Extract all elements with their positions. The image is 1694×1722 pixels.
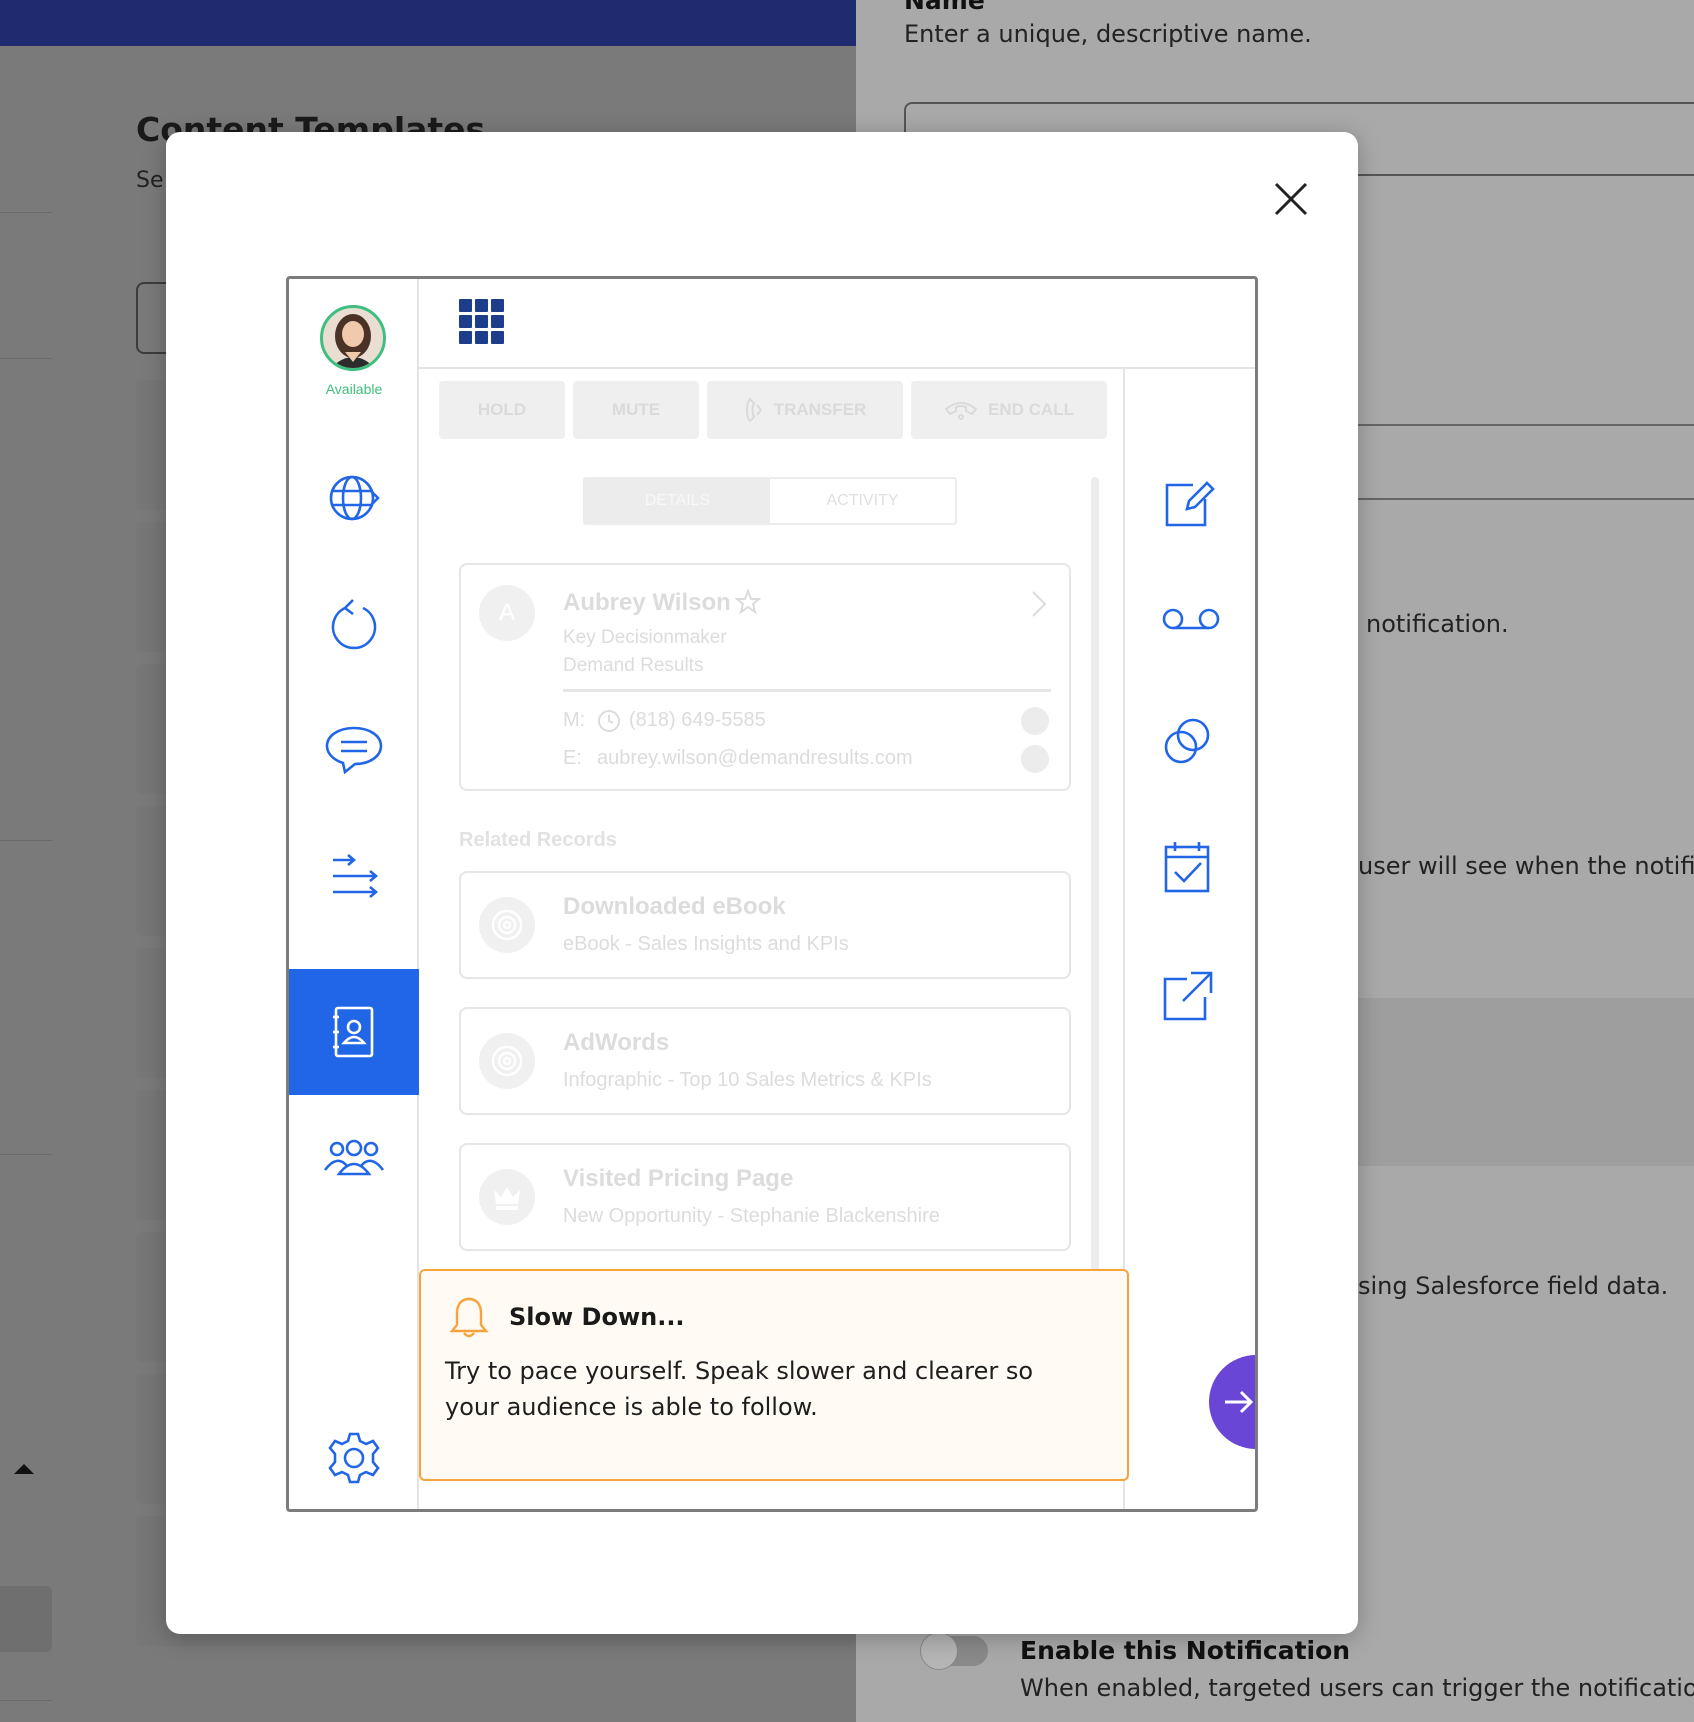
mute-label: MUTE (611, 400, 661, 419)
contact-name: Aubrey Wilson (563, 589, 731, 616)
divider (0, 840, 52, 841)
app-header (419, 279, 1255, 369)
notification-help-text: notification. (1366, 610, 1509, 638)
crown-icon (479, 1169, 535, 1225)
agent-status: Available (325, 381, 383, 397)
transfer-arrows-icon (333, 854, 379, 898)
end-call-label: END CALL (988, 400, 1074, 419)
target-icon (479, 1033, 535, 1089)
tab-details[interactable]: DETAILS (585, 479, 770, 523)
external-link-icon[interactable] (1159, 969, 1219, 1029)
refresh-icon (331, 599, 377, 650)
phone-hangup-icon (944, 402, 978, 420)
rail-item-contacts[interactable] (289, 969, 419, 1095)
detail-tabs: DETAILS ACTIVITY (583, 477, 957, 525)
contact-email: aubrey.wilson@demandresults.com (597, 747, 913, 769)
preview-modal: Available HOLD MUTE TRANSFER END CALL DE… (166, 132, 1358, 1634)
related-record-card[interactable]: Downloaded eBook eBook - Sales Insights … (459, 871, 1071, 979)
enable-notification-title: Enable this Notification (1020, 1636, 1351, 1665)
contact-initial-avatar: A (479, 585, 535, 641)
app-launcher-icon[interactable] (459, 299, 504, 344)
chat-icon (325, 726, 383, 775)
team-icon (323, 1139, 385, 1176)
rail-item-globe[interactable] (289, 435, 419, 561)
enable-notification-description: When enabled, targeted users can trigger… (1020, 1674, 1694, 1702)
alert-title: Slow Down... (509, 1303, 685, 1331)
close-icon[interactable] (1268, 176, 1314, 222)
selected-nav-item[interactable] (0, 1586, 52, 1652)
rail-item-team[interactable] (289, 1095, 419, 1221)
record-subtitle: New Opportunity - Stephanie Blackenshire (563, 1205, 940, 1227)
phone-icon[interactable] (1021, 707, 1049, 735)
record-subtitle: eBook - Sales Insights and KPIs (563, 933, 849, 955)
name-label: Name (904, 0, 985, 15)
pace-alert-notification: Slow Down... Try to pace yourself. Speak… (419, 1269, 1129, 1481)
arrow-right-icon (1225, 1390, 1254, 1414)
rail-item-refresh[interactable] (289, 561, 419, 687)
salesforce-help-text: sing Salesforce field data. (1358, 1272, 1669, 1300)
field-underline (1356, 498, 1694, 500)
target-icon (479, 897, 535, 953)
related-record-card[interactable]: AdWords Infographic - Top 10 Sales Metri… (459, 1007, 1071, 1115)
star-icon[interactable] (735, 589, 761, 615)
contact-role: Key Decisionmaker (563, 627, 727, 648)
contact-card-icon (333, 1006, 374, 1058)
left-navigation-rail: Available (289, 279, 419, 1509)
record-subtitle: Infographic - Top 10 Sales Metrics & KPI… (563, 1069, 932, 1091)
email-icon[interactable] (1021, 745, 1049, 773)
avatar[interactable] (320, 305, 386, 371)
message-help-text: user will see when the notifi (1358, 852, 1694, 880)
related-record-card[interactable]: Visited Pricing Page New Opportunity - S… (459, 1143, 1071, 1251)
calendar-check-icon[interactable] (1159, 839, 1219, 899)
bell-icon (449, 1297, 489, 1338)
right-tool-rail (1123, 369, 1255, 1509)
page-subtitle: Se (136, 168, 164, 193)
record-title: Downloaded eBook (563, 893, 786, 920)
alert-message: Try to pace yourself. Speak slower and c… (445, 1357, 1034, 1421)
mobile-label: M: (563, 709, 586, 731)
record-title: AdWords (563, 1029, 670, 1056)
linked-circles-icon[interactable] (1159, 713, 1219, 773)
field-underline (1356, 424, 1694, 426)
divider (563, 689, 1051, 692)
transfer-label: TRANSFER (773, 400, 867, 419)
contact-company: Demand Results (563, 655, 704, 676)
email-label: E: (563, 747, 582, 769)
related-records-heading: Related Records (459, 829, 617, 851)
message-field[interactable] (1356, 998, 1694, 1166)
divider (0, 212, 52, 213)
divider (0, 1154, 52, 1155)
record-title: Visited Pricing Page (563, 1165, 794, 1192)
toggle-knob[interactable] (920, 1632, 958, 1670)
mute-button[interactable]: MUTE (573, 381, 699, 439)
clock-icon (598, 710, 620, 732)
contact-mobile: (818) 649-5585 (629, 709, 766, 731)
end-call-button[interactable]: END CALL (911, 381, 1107, 439)
hold-button[interactable]: HOLD (439, 381, 565, 439)
edit-note-icon[interactable] (1159, 475, 1219, 535)
rail-item-settings[interactable] (289, 1395, 419, 1509)
hold-label: HOLD (477, 400, 527, 419)
top-navigation-bar (0, 0, 856, 46)
caret-up-icon[interactable] (14, 1464, 34, 1474)
rail-item-chat[interactable] (289, 687, 419, 813)
chevron-right-icon[interactable] (1029, 589, 1049, 619)
name-help-text: Enter a unique, descriptive name. (904, 20, 1312, 48)
transfer-button[interactable]: TRANSFER (707, 381, 903, 439)
voicemail-icon[interactable] (1159, 599, 1220, 659)
globe-icon (329, 475, 380, 521)
agent-app-illustration: Available HOLD MUTE TRANSFER END CALL DE… (286, 276, 1258, 1512)
rail-item-transfer[interactable] (289, 813, 419, 939)
contact-card[interactable]: A Aubrey Wilson Key Decisionmaker Demand… (459, 563, 1071, 791)
tab-activity[interactable]: ACTIVITY (770, 479, 955, 523)
scrollbar[interactable] (1091, 477, 1099, 1277)
divider (0, 358, 52, 359)
divider (0, 1700, 52, 1701)
settings-icon (328, 1432, 380, 1484)
transfer-call-icon (745, 397, 762, 423)
